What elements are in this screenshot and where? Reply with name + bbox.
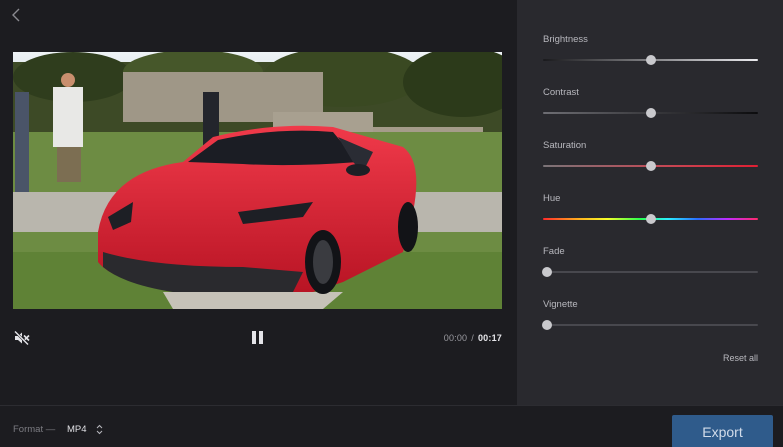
export-button[interactable]: Export [672,415,773,447]
contrast-slider-thumb[interactable] [646,108,656,118]
current-time: 00:00 [443,333,468,343]
adjustment-saturation: Saturation [543,140,758,171]
saturation-slider-thumb[interactable] [646,161,656,171]
adjustment-vignette: Vignette [542,299,758,330]
video-frame [13,52,502,309]
speaker-muted-icon [13,330,30,346]
hue-label: Hue [543,193,561,204]
bottom-bar: Format — MP4 Export [0,405,783,447]
vignette-track[interactable] [543,324,758,326]
chevron-left-icon [12,8,20,22]
editor-area: 00:00/00:17 [0,0,517,405]
contrast-label: Contrast [543,87,579,98]
fade-track[interactable] [543,271,758,273]
back-button[interactable] [8,6,26,24]
hue-slider-thumb[interactable] [646,214,656,224]
pause-icon [252,331,263,344]
fade-slider-thumb[interactable] [542,267,552,277]
pause-button[interactable] [250,329,266,347]
adjustment-brightness: Brightness [543,34,758,65]
video-preview[interactable] [13,52,502,309]
format-value: MP4 [67,423,87,435]
adjustment-contrast: Contrast [543,87,758,118]
fade-label: Fade [543,246,565,257]
time-separator: / [471,333,474,343]
adjustment-fade: Fade [542,246,758,277]
video-editor-app: 00:00/00:17 Brightness Contrast Saturati… [0,0,783,447]
vignette-slider-thumb[interactable] [542,320,552,330]
reset-all-button[interactable]: Reset all [723,353,758,363]
brightness-label: Brightness [543,34,588,45]
adjustment-hue: Hue [543,193,758,224]
playback-controls: 00:00/00:17 [13,326,502,350]
time-display: 00:00/00:17 [444,333,502,343]
brightness-slider-thumb[interactable] [646,55,656,65]
vignette-label: Vignette [543,299,578,310]
total-time: 00:17 [477,333,502,343]
saturation-label: Saturation [543,140,587,151]
adjustments-panel: Brightness Contrast Saturation Hue Fade … [517,0,783,405]
format-select[interactable]: MP4 [67,422,103,436]
format-label: Format — [13,424,56,435]
mute-button[interactable] [13,329,31,347]
chevron-up-down-icon [96,424,102,434]
